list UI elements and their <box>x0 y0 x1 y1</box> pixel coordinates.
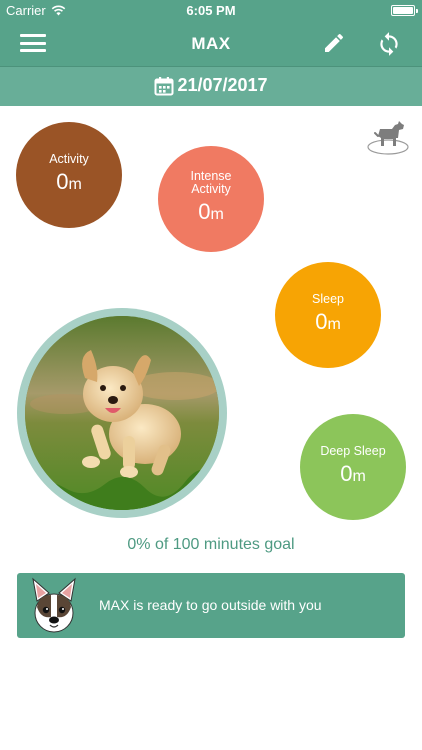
goal-text: 0% of 100 minutes goal <box>127 536 295 553</box>
date-bar[interactable]: 21/07/2017 <box>0 66 422 106</box>
sleep-circle[interactable]: Sleep 0m <box>275 262 381 368</box>
status-bar: Carrier 6:05 PM <box>0 0 422 22</box>
intense-activity-circle[interactable]: Intense Activity 0m <box>158 146 264 252</box>
dog-switch-icon[interactable] <box>364 116 412 158</box>
sleep-value: 0m <box>315 308 341 334</box>
deep-sleep-circle[interactable]: Deep Sleep 0m <box>300 414 406 520</box>
deep-sleep-label: Deep Sleep <box>320 443 386 458</box>
notice-message: MAX is ready to go outside with you <box>99 597 322 613</box>
status-time: 6:05 PM <box>186 3 236 18</box>
battery-icon <box>391 5 418 16</box>
activity-value: 0m <box>56 168 82 194</box>
deep-sleep-value: 0m <box>340 460 366 486</box>
sync-icon[interactable] <box>376 31 402 57</box>
nav-bar: MAX <box>0 22 422 66</box>
page-title: MAX <box>191 34 231 53</box>
activity-circle[interactable]: Activity 0m <box>16 122 122 228</box>
pencil-icon[interactable] <box>322 31 346 55</box>
outside-notice-banner[interactable]: MAX is ready to go outside with you <box>17 573 405 638</box>
intense-activity-value: 0m <box>198 199 224 224</box>
date-selector[interactable]: 21/07/2017 <box>0 75 422 96</box>
date-label: 21/07/2017 <box>177 75 268 95</box>
dog-photo-frame[interactable] <box>17 308 227 518</box>
sleep-label: Sleep <box>312 291 344 306</box>
activity-label: Activity <box>49 151 89 166</box>
dog-photo <box>25 316 219 510</box>
dog-avatar <box>25 577 83 635</box>
intense-activity-label-line2: Activity <box>191 182 231 196</box>
calendar-icon <box>154 76 174 95</box>
